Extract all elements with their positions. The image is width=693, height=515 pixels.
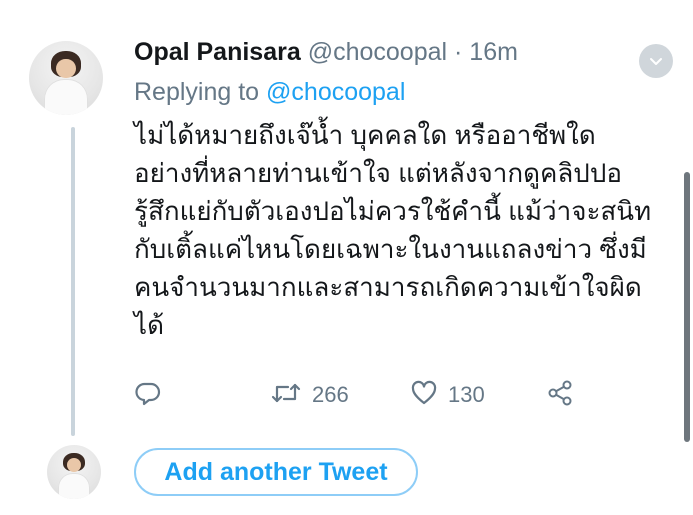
tweet-header: Opal Panisara @chocoopal · 16m xyxy=(134,36,518,68)
heart-icon xyxy=(410,379,438,412)
user-handle[interactable]: @chocoopal xyxy=(308,38,447,66)
tweet-thread: Opal Panisara @chocoopal · 16m Replying … xyxy=(0,0,693,515)
add-another-tweet-button[interactable]: Add another Tweet xyxy=(134,448,418,496)
scrollbar[interactable] xyxy=(684,172,690,442)
separator-dot: · xyxy=(454,38,463,66)
reply-icon xyxy=(134,379,162,412)
chevron-down-icon[interactable] xyxy=(639,44,673,78)
replying-mention-link[interactable]: @chocoopal xyxy=(266,78,405,106)
composer-avatar xyxy=(47,445,101,499)
tweet-text: ไม่ได้หมายถึงเจ๊น้ำ บุคคลใด หรืออาชีพใด … xyxy=(134,120,652,340)
share-button[interactable] xyxy=(546,377,574,413)
retweet-button[interactable]: 266 xyxy=(270,377,349,413)
thread-line xyxy=(71,127,75,436)
like-button[interactable]: 130 xyxy=(410,377,485,413)
retweet-icon xyxy=(270,379,302,412)
tweet-time[interactable]: 16m xyxy=(469,38,518,66)
replying-prefix: Replying to xyxy=(134,78,260,106)
avatar[interactable] xyxy=(29,41,103,115)
like-count: 130 xyxy=(448,382,485,407)
replying-to: Replying to @chocoopal xyxy=(134,76,405,108)
reply-button[interactable] xyxy=(134,377,162,413)
share-icon xyxy=(546,379,574,412)
display-name[interactable]: Opal Panisara xyxy=(134,38,301,66)
retweet-count: 266 xyxy=(312,382,349,407)
tweet-actions: 266 130 xyxy=(134,377,594,413)
